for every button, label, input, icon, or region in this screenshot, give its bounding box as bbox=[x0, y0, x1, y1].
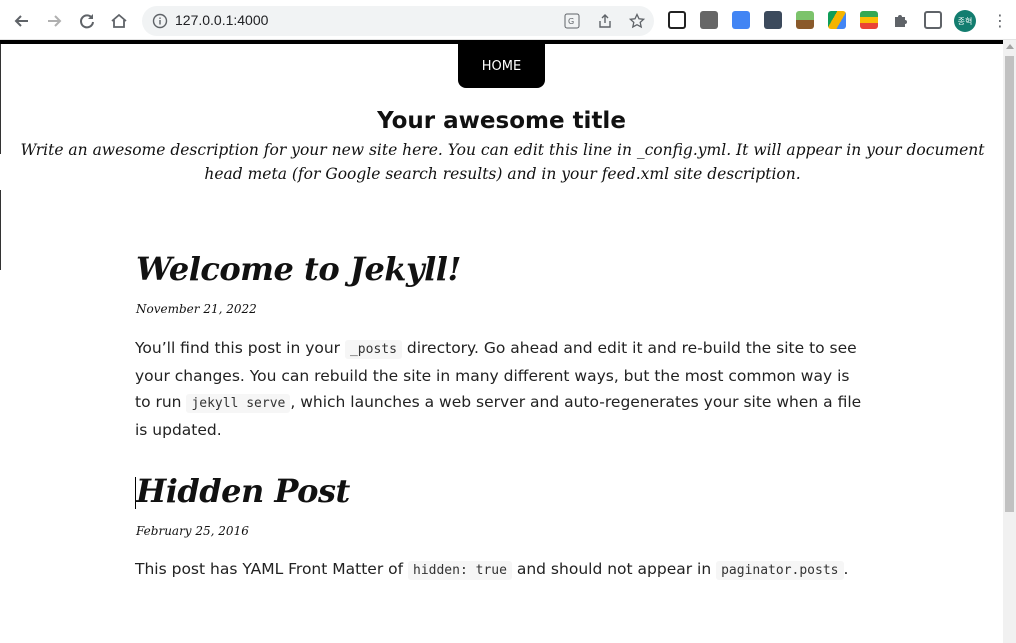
google-translate-icon[interactable] bbox=[732, 11, 750, 29]
avatar[interactable]: 종혁 bbox=[954, 10, 976, 32]
puzzle-icon[interactable] bbox=[892, 11, 910, 29]
excerpt-text: and should not appear in bbox=[511, 560, 717, 578]
share-icon[interactable] bbox=[597, 13, 613, 29]
excerpt-text: You’ll find this post in your bbox=[135, 339, 345, 357]
notion-icon[interactable] bbox=[668, 11, 686, 29]
inline-code: hidden: true bbox=[408, 561, 512, 580]
back-icon[interactable] bbox=[9, 8, 35, 34]
forward-icon[interactable] bbox=[41, 8, 67, 34]
google-keep-icon[interactable] bbox=[860, 11, 878, 29]
side-panel-icon[interactable] bbox=[924, 11, 942, 29]
star-icon[interactable] bbox=[629, 13, 645, 29]
post-date: February 25, 2016 bbox=[136, 524, 249, 538]
address-bar[interactable]: 127.0.0.1:4000 G bbox=[142, 6, 654, 36]
post-excerpt: You’ll find this post in your _posts dir… bbox=[135, 335, 865, 443]
excerpt-text: . bbox=[843, 560, 849, 578]
inline-code: _posts bbox=[344, 340, 402, 359]
inline-code: jekyll serve bbox=[186, 394, 291, 413]
vertical-scrollbar[interactable] bbox=[1003, 40, 1016, 643]
scroll-up-arrow-icon[interactable] bbox=[1006, 44, 1014, 49]
excerpt-text: This post has YAML Front Matter of bbox=[135, 560, 408, 578]
post-date: November 21, 2022 bbox=[136, 302, 257, 316]
site-description: Write an awesome description for your ne… bbox=[20, 141, 985, 183]
inline-code: paginator.posts bbox=[716, 561, 844, 580]
page-viewport: HOME Your awesome title Write an awesome… bbox=[0, 40, 1003, 643]
reload-icon[interactable] bbox=[74, 8, 100, 34]
post-title[interactable]: Welcome to Jekyll! bbox=[136, 250, 461, 288]
url-text[interactable]: 127.0.0.1:4000 bbox=[175, 12, 268, 28]
plant-icon[interactable] bbox=[796, 11, 814, 29]
left-border bbox=[0, 190, 1, 270]
site-title: Your awesome title bbox=[377, 108, 626, 134]
google-drive-icon[interactable] bbox=[828, 11, 846, 29]
post-excerpt: This post has YAML Front Matter of hidde… bbox=[135, 556, 865, 584]
post-title[interactable]: Hidden Post bbox=[136, 472, 350, 510]
svg-text:G: G bbox=[568, 17, 574, 26]
calculator-icon[interactable] bbox=[764, 11, 782, 29]
home-icon[interactable] bbox=[106, 8, 132, 34]
scroll-thumb[interactable] bbox=[1005, 56, 1014, 512]
nav-home-link[interactable]: HOME bbox=[458, 40, 545, 88]
extension-square-icon[interactable] bbox=[700, 11, 718, 29]
kebab-menu-icon[interactable]: ⋮ bbox=[992, 10, 1008, 32]
info-icon[interactable] bbox=[152, 13, 168, 29]
left-border bbox=[0, 44, 1, 154]
translate-icon[interactable]: G bbox=[564, 13, 580, 29]
browser-toolbar: 127.0.0.1:4000 G 종혁 ⋮ bbox=[0, 0, 1016, 40]
